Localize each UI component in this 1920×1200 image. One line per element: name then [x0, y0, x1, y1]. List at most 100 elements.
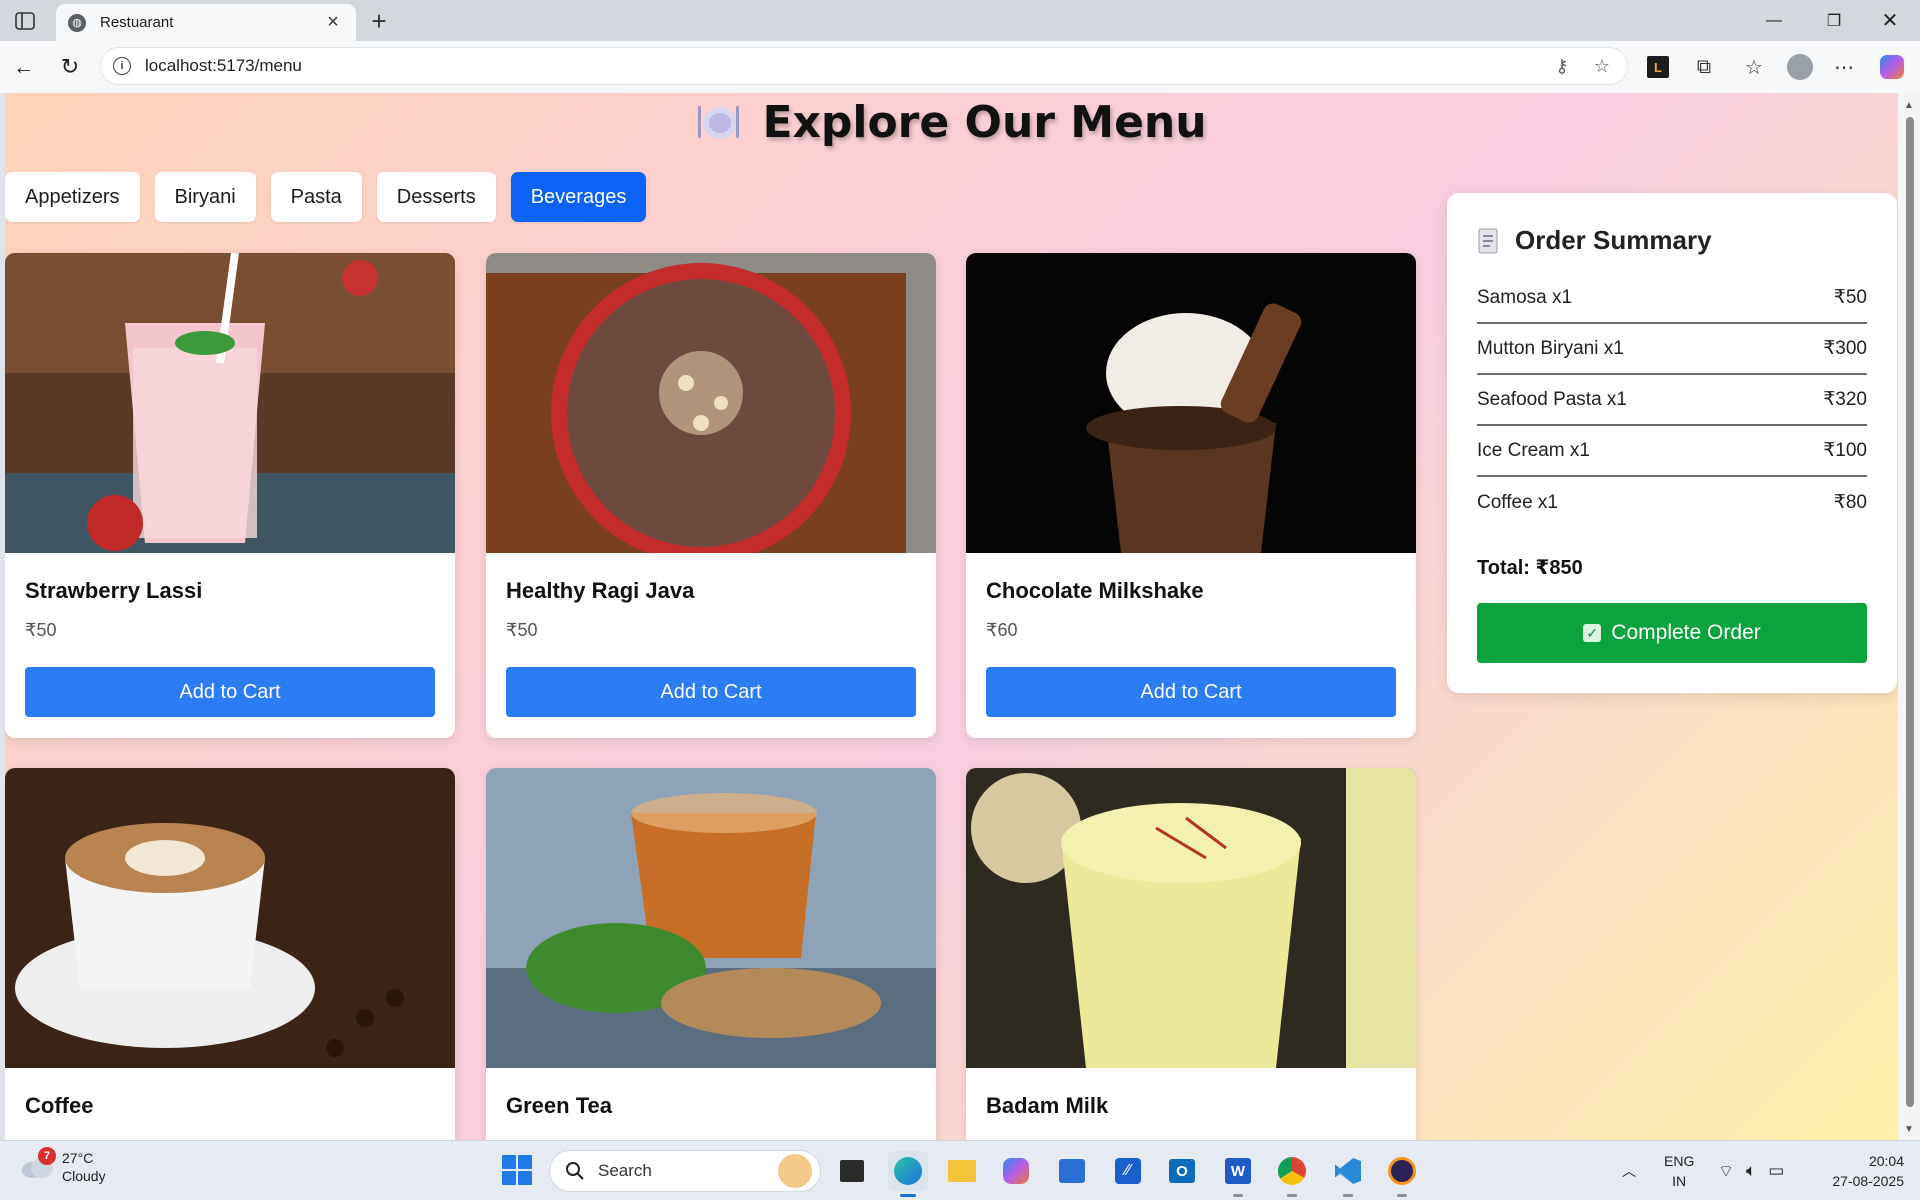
browser-toolbar: ← ↻ i localhost:5173/menu ⚷ ☆ L ⧉ ☆ ⋯ — [0, 41, 1920, 93]
item-name: Strawberry Lassi — [25, 578, 203, 603]
favorites-icon[interactable]: ☆ — [1738, 51, 1770, 83]
weather-temp: 27°C — [62, 1150, 94, 1166]
menu-card: Healthy Ragi Java ₹50 Add to Cart — [486, 253, 936, 738]
scroll-up-icon[interactable]: ▲ — [1903, 99, 1915, 111]
item-price: ₹60 — [986, 620, 1018, 640]
complete-order-button[interactable]: ✓ Complete Order — [1477, 603, 1867, 663]
clock-time: 20:04 — [1868, 1153, 1904, 1169]
show-hidden-icons[interactable]: ︿ — [1622, 1141, 1636, 1200]
menu-card: Chocolate Milkshake ₹60 Add to Cart — [966, 253, 1416, 738]
back-icon[interactable]: ← — [8, 51, 40, 83]
category-beverages[interactable]: Beverages — [510, 172, 647, 222]
receipt-icon — [1478, 228, 1498, 253]
search-placeholder: Search — [598, 1161, 652, 1180]
new-tab-button[interactable]: + — [364, 6, 394, 36]
order-items-list: Samosa x1 ₹50 Mutton Biryani x1 ₹300 Sea… — [1477, 273, 1867, 528]
order-item-name: Mutton Biryani x1 — [1477, 337, 1624, 359]
category-biryani[interactable]: Biryani — [154, 172, 256, 222]
minimize-icon[interactable]: — — [1746, 0, 1802, 41]
order-summary-title: Order Summary — [1477, 225, 1712, 256]
address-bar[interactable]: i localhost:5173/menu ⚷ ☆ — [100, 47, 1628, 85]
system-tray-icons[interactable]: ⌔ 🔈︎ ▭ — [1718, 1141, 1784, 1200]
copilot-app-icon[interactable] — [996, 1151, 1036, 1191]
category-appetizers[interactable]: Appetizers — [5, 172, 140, 222]
complete-order-label: Complete Order — [1611, 621, 1761, 644]
menu-card: Coffee — [5, 768, 455, 1140]
order-row: Samosa x1 ₹50 — [1477, 273, 1867, 324]
tab-title: Restuarant — [100, 14, 174, 31]
weather-widget[interactable]: 7 27°C Cloudy — [20, 1147, 106, 1185]
add-to-cart-button[interactable]: Add to Cart — [25, 667, 435, 717]
scroll-down-icon[interactable]: ▼ — [1903, 1123, 1915, 1135]
outlook-icon[interactable]: O — [1162, 1151, 1202, 1191]
order-item-price: ₹300 — [1823, 338, 1867, 359]
plate-cutlery-icon — [696, 102, 740, 142]
order-item-price: ₹100 — [1823, 440, 1867, 461]
item-price: ₹50 — [506, 620, 538, 640]
order-row: Coffee x1 ₹80 — [1477, 477, 1867, 528]
region-code: IN — [1672, 1173, 1687, 1189]
tab-actions-icon[interactable] — [10, 8, 40, 34]
url-text[interactable]: localhost:5173/menu — [145, 56, 1547, 76]
clock-date: 27-08-2025 — [1832, 1173, 1904, 1189]
page-title-text: Explore Our Menu — [762, 96, 1207, 148]
lang-code: ENG — [1664, 1153, 1695, 1169]
info-icon[interactable]: i — [113, 57, 131, 75]
item-name: Coffee — [25, 1093, 94, 1118]
close-window-icon[interactable]: ✕ — [1862, 0, 1918, 41]
order-item-name: Coffee x1 — [1477, 491, 1558, 513]
extension-l-icon[interactable]: L — [1642, 51, 1674, 83]
file-explorer-icon[interactable] — [942, 1151, 982, 1191]
word-icon[interactable]: W — [1218, 1151, 1258, 1197]
windows-start-icon[interactable] — [502, 1155, 532, 1185]
task-view-icon[interactable] — [832, 1151, 872, 1191]
category-desserts[interactable]: Desserts — [376, 172, 496, 222]
profile-avatar-icon[interactable] — [1784, 51, 1816, 83]
item-name: Chocolate Milkshake — [986, 578, 1204, 603]
add-to-cart-button[interactable]: Add to Cart — [506, 667, 916, 717]
order-item-name: Samosa x1 — [1477, 286, 1573, 308]
add-to-cart-button[interactable]: Add to Cart — [986, 667, 1396, 717]
order-item-name: Seafood Pasta x1 — [1477, 388, 1627, 410]
taskbar-search[interactable]: Search — [549, 1150, 821, 1192]
order-item-price: ₹320 — [1823, 389, 1867, 410]
category-tabs: Appetizers Biryani Pasta Desserts Bevera… — [5, 172, 647, 222]
browser-tab-bar: ◍ Restuarant × + — ❐ ✕ — [0, 0, 1920, 41]
item-price: ₹50 — [25, 620, 57, 640]
green-tea-image — [486, 768, 936, 1068]
system-clock[interactable]: 20:04 27-08-2025 — [1816, 1151, 1904, 1191]
restore-icon[interactable]: ❐ — [1806, 0, 1862, 41]
language-indicator[interactable]: ENG IN — [1664, 1151, 1694, 1191]
order-row: Seafood Pasta x1 ₹320 — [1477, 375, 1867, 426]
more-menu-icon[interactable]: ⋯ — [1828, 51, 1860, 83]
order-item-name: Ice Cream x1 — [1477, 439, 1590, 461]
item-name: Badam Milk — [986, 1093, 1109, 1118]
weather-alert-badge: 7 — [38, 1147, 56, 1165]
ragi-java-image — [486, 253, 936, 553]
chocolate-milkshake-image — [966, 253, 1416, 553]
menu-card: Badam Milk — [966, 768, 1416, 1140]
microsoft-store-icon[interactable] — [1052, 1151, 1092, 1191]
browser-tab[interactable]: ◍ Restuarant × — [56, 4, 356, 41]
chrome-icon[interactable] — [1272, 1151, 1312, 1197]
order-row: Ice Cream x1 ₹100 — [1477, 426, 1867, 477]
refresh-icon[interactable]: ↻ — [54, 51, 86, 83]
tab-close-icon[interactable]: × — [322, 11, 344, 34]
menu-card: Strawberry Lassi ₹50 Add to Cart — [5, 253, 455, 738]
page-scrollbar[interactable]: ▲ ▼ — [1898, 93, 1920, 1140]
extensions-puzzle-icon[interactable]: ⧉ — [1688, 51, 1720, 83]
edge-browser-icon[interactable] — [888, 1151, 928, 1197]
copilot-icon[interactable] — [1876, 51, 1908, 83]
item-name: Green Tea — [506, 1093, 612, 1118]
globe-icon: ◍ — [68, 13, 86, 32]
category-pasta[interactable]: Pasta — [270, 172, 362, 222]
editor-app-icon[interactable]: ∕∕ — [1108, 1151, 1148, 1191]
eclipse-icon[interactable] — [1382, 1151, 1422, 1197]
weather-condition: Cloudy — [62, 1168, 106, 1184]
order-item-price: ₹50 — [1833, 287, 1867, 308]
password-key-icon[interactable]: ⚷ — [1547, 51, 1577, 81]
order-summary-title-text: Order Summary — [1515, 225, 1712, 255]
vscode-icon[interactable] — [1328, 1151, 1368, 1197]
favorite-star-icon[interactable]: ☆ — [1587, 51, 1617, 81]
scrollbar-thumb[interactable] — [1906, 117, 1914, 1107]
